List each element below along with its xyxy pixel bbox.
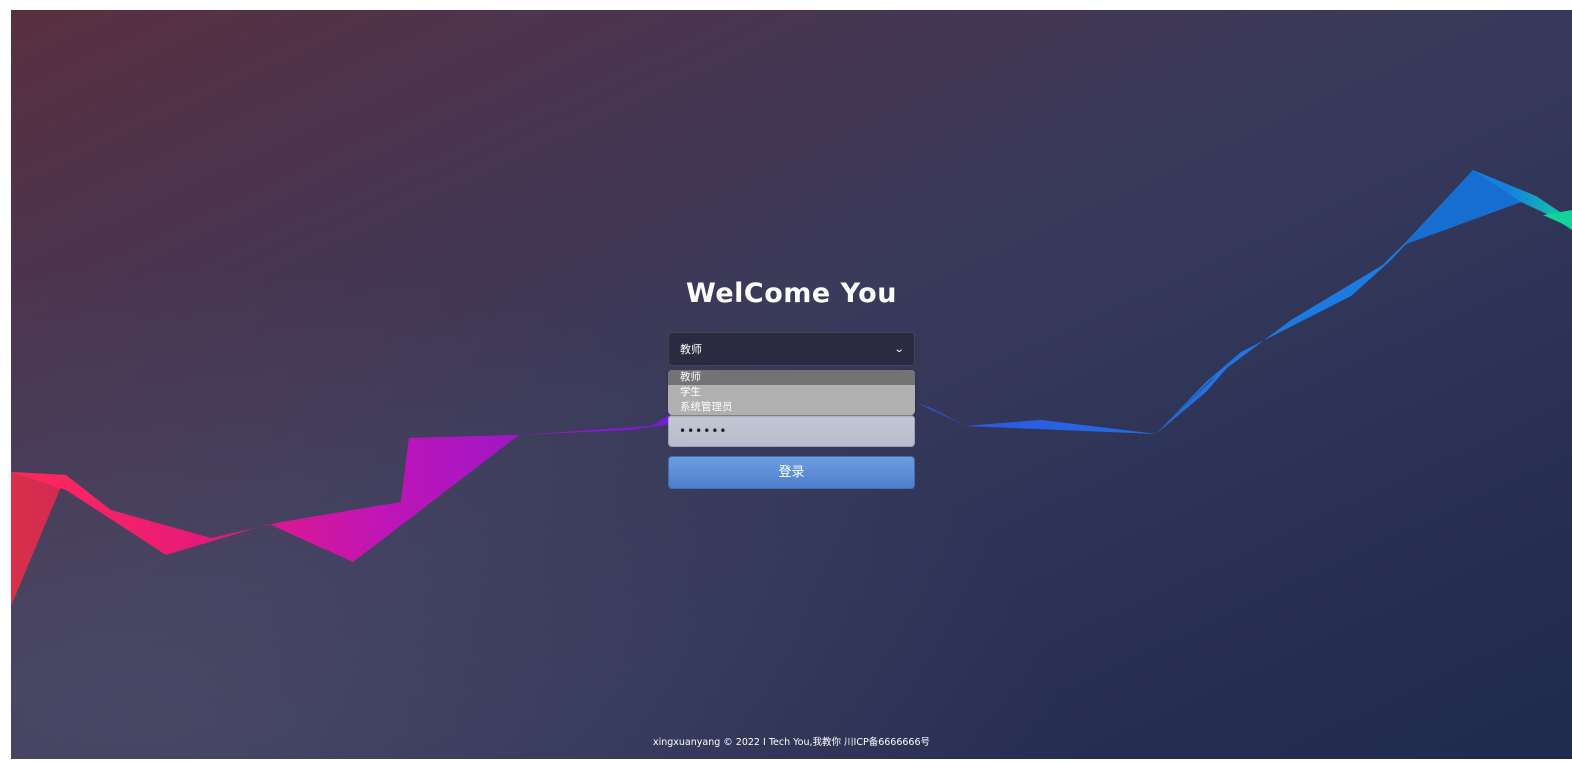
login-page-background: WelCome You 教师 ⌄ 教师 学生 系统管理员 •••••• 登录 x… bbox=[11, 10, 1572, 759]
page-title: WelCome You bbox=[686, 278, 897, 309]
role-option-admin[interactable]: 系统管理员 bbox=[668, 400, 915, 415]
role-select[interactable]: 教师 ⌄ bbox=[668, 332, 915, 366]
footer-copyright: xingxuanyang © 2022 I Tech You,我教你 川ICP备… bbox=[652, 737, 931, 748]
role-option-teacher[interactable]: 教师 bbox=[668, 370, 915, 385]
role-dropdown-list: 教师 学生 系统管理员 bbox=[668, 370, 915, 415]
login-button[interactable]: 登录 bbox=[668, 456, 915, 489]
password-input[interactable]: •••••• bbox=[668, 415, 915, 447]
role-select-value: 教师 bbox=[680, 343, 702, 356]
chevron-down-icon: ⌄ bbox=[893, 343, 905, 355]
role-option-student[interactable]: 学生 bbox=[668, 385, 915, 400]
